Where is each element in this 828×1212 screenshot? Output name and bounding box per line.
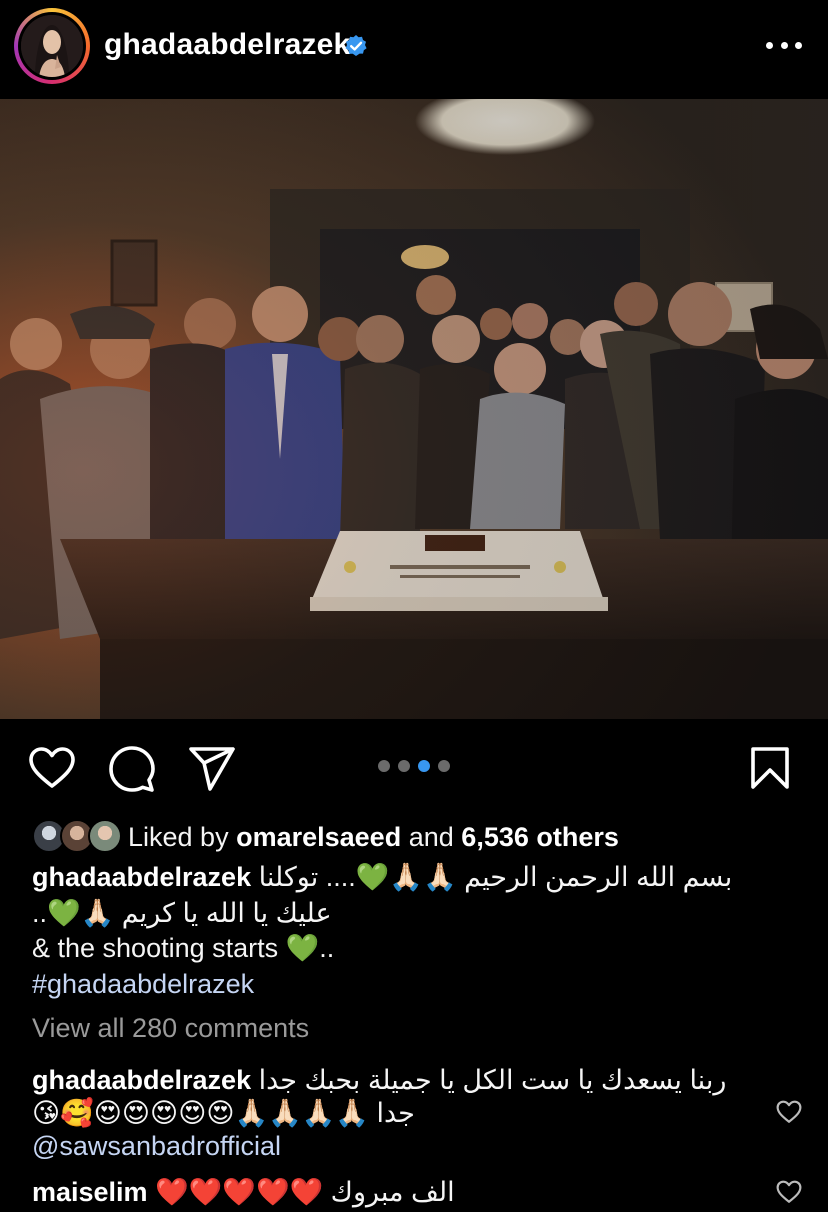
comment-username[interactable]: ghadaabdelrazek xyxy=(32,1065,251,1095)
bookmark-icon xyxy=(751,747,789,789)
profile-avatar[interactable] xyxy=(14,8,90,84)
comment-text-line-2: جدا 🙏🏻🙏🏻🙏🏻🙏🏻😍😍😍😍😍🥰😘 xyxy=(32,1098,415,1128)
heart-icon xyxy=(776,1100,802,1123)
caption-hashtag[interactable]: #ghadaabdelrazek xyxy=(32,967,792,1003)
save-button[interactable] xyxy=(750,746,790,790)
likes-summary[interactable]: Liked by omarelsaeed and 6,536 others xyxy=(32,818,619,856)
liker-username[interactable]: omarelsaeed xyxy=(236,822,401,852)
verified-badge-icon xyxy=(345,35,367,56)
comment-text: الف مبروك ❤️❤️❤️❤️❤️ xyxy=(155,1177,455,1207)
caption-username[interactable]: ghadaabdelrazek xyxy=(32,862,251,892)
post-photo[interactable] xyxy=(0,99,828,719)
comment-mention[interactable]: @sawsanbadrofficial xyxy=(32,1130,752,1163)
send-icon xyxy=(189,747,235,791)
post-header: ghadaabdelrazek xyxy=(0,0,828,96)
liker-avatars xyxy=(32,819,124,855)
others-count[interactable]: 6,536 others xyxy=(461,822,619,852)
comment-icon xyxy=(109,746,155,792)
more-horizontal-icon xyxy=(766,41,773,49)
caption-line-2: عليك يا الله يا كريم 🙏🏻💚.. xyxy=(32,897,332,928)
comment-text: ربنا يسعدك يا ست الكل يا جميلة بحبك جدا xyxy=(258,1065,727,1095)
carousel-dot xyxy=(378,760,390,772)
caption-line-3: & the shooting starts 💚.. xyxy=(32,933,335,963)
header-username[interactable]: ghadaabdelrazek xyxy=(104,28,350,62)
comment-item: maiselim الف مبروك ❤️❤️❤️❤️❤️ xyxy=(32,1176,752,1209)
more-options-button[interactable] xyxy=(766,40,802,50)
post-caption: ghadaabdelrazek بسم الله الرحمن الرحيم 🙏… xyxy=(32,860,792,1002)
likes-text: Liked by omarelsaeed and 6,536 others xyxy=(128,821,619,852)
share-button[interactable] xyxy=(188,746,236,792)
carousel-dot xyxy=(438,760,450,772)
liker-avatar xyxy=(88,819,122,853)
comment-button[interactable] xyxy=(108,745,156,793)
comment-item: ghadaabdelrazek ربنا يسعدك يا ست الكل يا… xyxy=(32,1064,752,1163)
carousel-dot-active xyxy=(418,760,430,772)
view-all-comments-link[interactable]: View all 280 comments xyxy=(32,1013,309,1044)
comment-username[interactable]: maiselim xyxy=(32,1177,148,1207)
like-button[interactable] xyxy=(28,746,76,790)
heart-icon xyxy=(29,747,75,788)
comment-like-button[interactable] xyxy=(776,1180,802,1209)
carousel-indicator xyxy=(378,760,450,772)
heart-icon xyxy=(776,1180,802,1203)
carousel-dot xyxy=(398,760,410,772)
comment-like-button[interactable] xyxy=(776,1100,802,1129)
caption-line-1: بسم الله الرحمن الرحيم 🙏🏻🙏🏻💚.... توكلنا xyxy=(258,862,733,892)
